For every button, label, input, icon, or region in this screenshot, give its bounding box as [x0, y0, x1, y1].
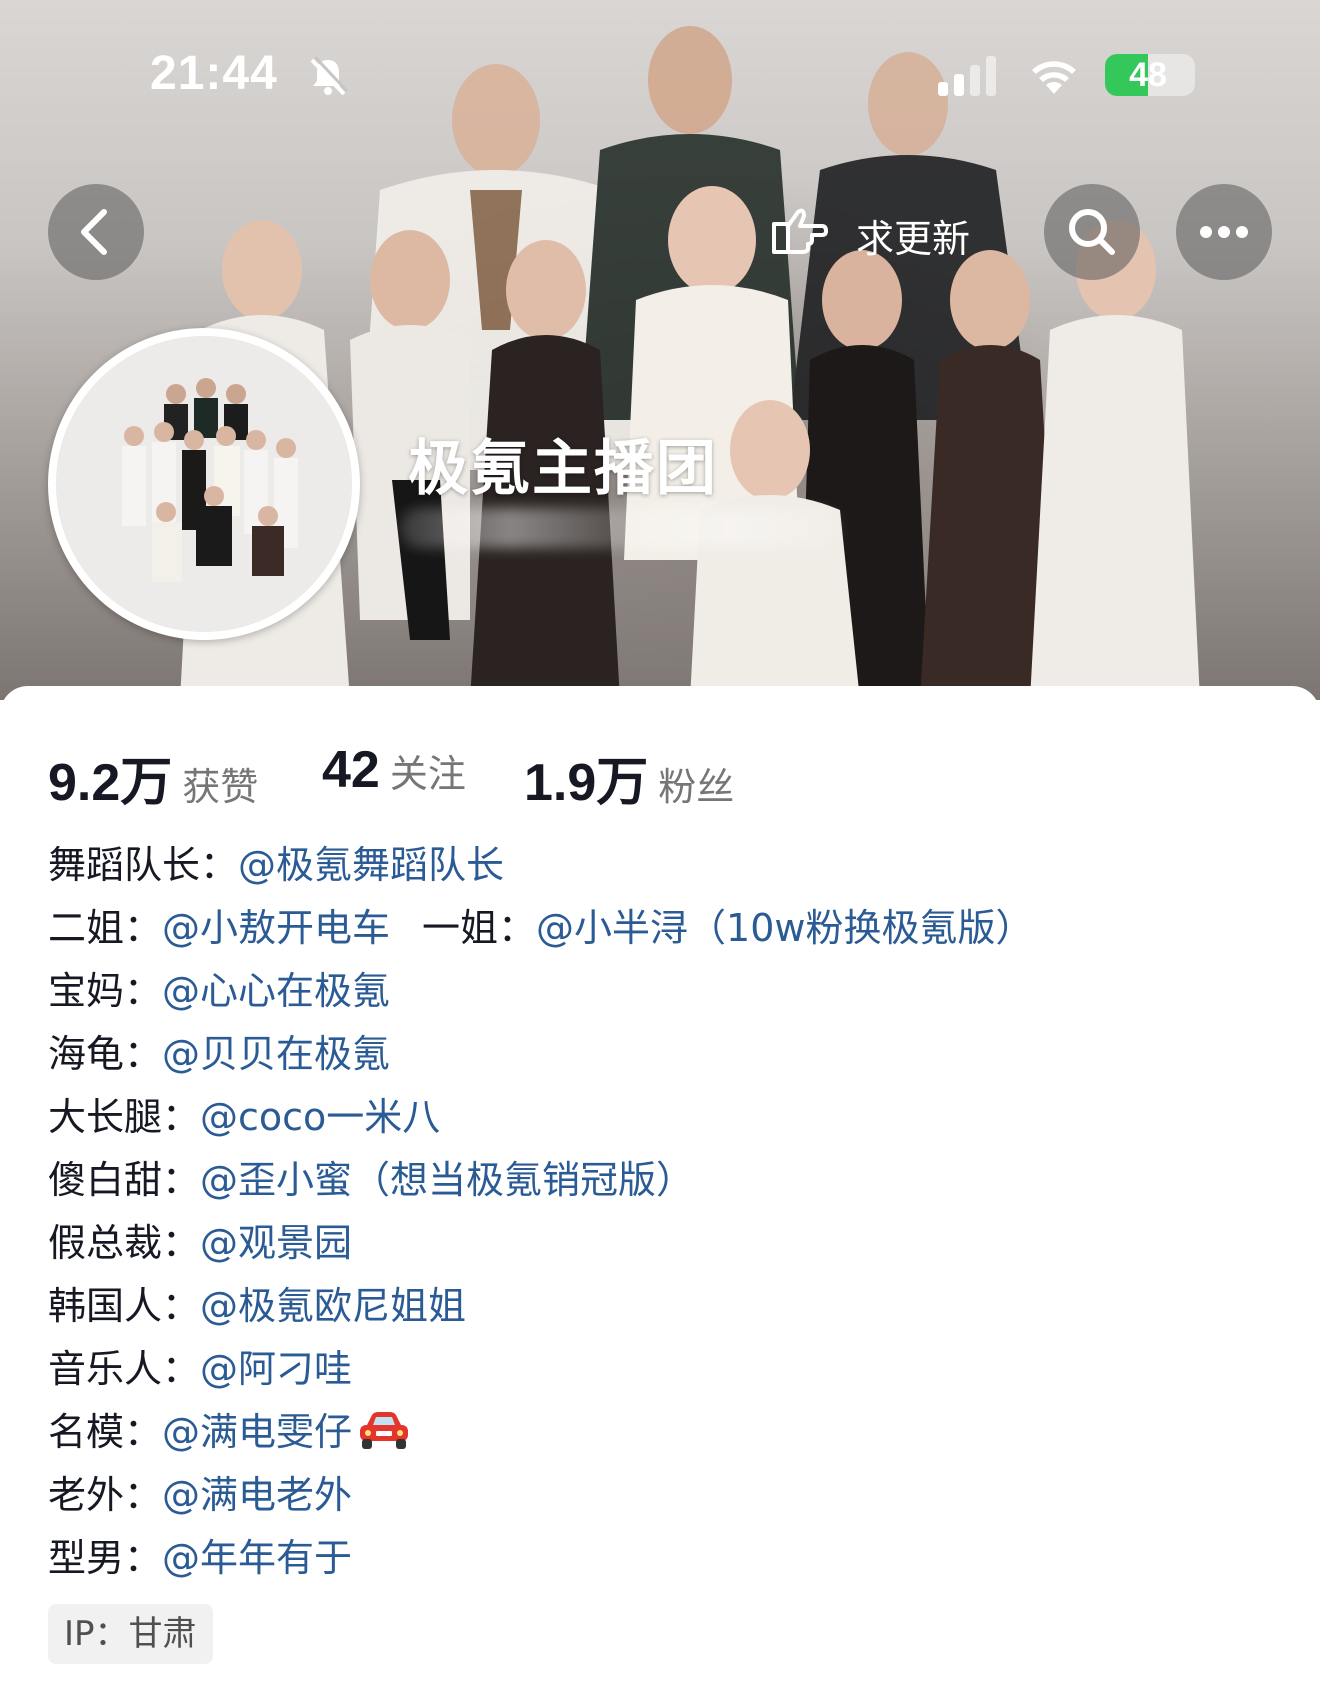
- stat-label: 关注: [389, 752, 466, 796]
- back-arrow-icon: [81, 209, 107, 255]
- cellular-signal-icon: [938, 56, 996, 96]
- profile-stats: 9.2万 获赞 42 关注 1.9万 粉丝: [48, 740, 1048, 812]
- profile-info-panel: 9.2万 获赞 42 关注 1.9万 粉丝 舞蹈队长：@极氪舞蹈队长 二姐：@小敖开电…: [0, 686, 1320, 1692]
- profile-bio: 舞蹈队长：@极氪舞蹈队长 二姐：@小敖开电车 一姐：@小半浔（10w粉换极氪版） …: [48, 834, 1288, 1590]
- stat-following[interactable]: 42 关注: [322, 740, 466, 800]
- mention-link[interactable]: @满电老外: [162, 1473, 352, 1517]
- avatar[interactable]: [48, 328, 360, 640]
- bio-line: 音乐人：@阿刁哇: [48, 1338, 1288, 1401]
- bio-line: 宝妈：@心心在极氪: [48, 960, 1288, 1023]
- bio-role-label: 名模：: [48, 1410, 163, 1454]
- mention-link[interactable]: @歪小蜜（想当极氪销冠版）: [200, 1158, 694, 1202]
- bio-role-label: 大长腿：: [48, 1095, 201, 1139]
- stat-value: 1.9万: [524, 754, 649, 812]
- more-button[interactable]: [1176, 184, 1272, 280]
- bell-slash-icon: [310, 55, 349, 96]
- ip-location-tag: IP：甘肃: [48, 1604, 213, 1664]
- mention-link[interactable]: @小敖开电车: [162, 906, 390, 950]
- mention-link[interactable]: @coco一米八: [200, 1095, 440, 1139]
- profile-nickname: 极氪主播团: [408, 434, 718, 504]
- mention-link[interactable]: @极氪舞蹈队长: [238, 843, 504, 887]
- stat-value: 42: [322, 741, 380, 799]
- bio-line: 名模：@满电雯仔: [48, 1401, 1288, 1464]
- battery-percent: 48: [1129, 56, 1167, 94]
- bio-role-label: 二姐：: [48, 906, 163, 950]
- wifi-icon: [1032, 61, 1076, 94]
- stat-label: 粉丝: [658, 765, 735, 809]
- stat-followers[interactable]: 1.9万 粉丝: [524, 740, 734, 815]
- bio-line: 型男：@年年有于: [48, 1527, 1288, 1590]
- stat-likes[interactable]: 9.2万 获赞: [48, 740, 258, 815]
- bio-line: 韩国人：@极氪欧尼姐姐: [48, 1275, 1288, 1338]
- mention-link[interactable]: @观景园: [200, 1221, 352, 1265]
- bio-role-label: 韩国人：: [48, 1284, 201, 1328]
- status-bar: 21:44 48: [0, 0, 1320, 150]
- mention-link[interactable]: @心心在极氪: [162, 969, 390, 1013]
- stat-value: 9.2万: [48, 754, 173, 812]
- bio-line: 舞蹈队长：@极氪舞蹈队长: [48, 834, 1288, 897]
- mention-link[interactable]: @阿刁哇: [200, 1347, 352, 1391]
- mention-link[interactable]: @小半浔（10w粉换极氪版）: [536, 906, 1033, 950]
- pointing-hand-icon: [772, 208, 828, 254]
- battery-charging-icon: 48: [1105, 54, 1195, 96]
- bio-role-label: 舞蹈队长：: [48, 843, 239, 887]
- stat-label: 获赞: [182, 765, 259, 809]
- bio-role-label: 音乐人：: [48, 1347, 201, 1391]
- bio-line: 傻白甜：@歪小蜜（想当极氪销冠版）: [48, 1149, 1288, 1212]
- bio-role-label: 一姐：: [422, 906, 537, 950]
- status-time: 21:44: [150, 47, 278, 100]
- bio-line: 老外：@满电老外: [48, 1464, 1288, 1527]
- back-button[interactable]: [48, 184, 144, 280]
- avatar-image: [56, 336, 352, 632]
- bio-line: 海龟：@贝贝在极氪: [48, 1023, 1288, 1086]
- bio-line: 大长腿：@coco一米八: [48, 1086, 1288, 1149]
- mention-link[interactable]: @年年有于: [162, 1536, 352, 1580]
- search-icon: [1069, 209, 1115, 255]
- bio-role-label: 傻白甜：: [48, 1158, 201, 1202]
- blurred-account-id: [400, 508, 840, 548]
- search-button[interactable]: [1044, 184, 1140, 280]
- car-icon: [360, 1412, 409, 1449]
- bio-line: 二姐：@小敖开电车 一姐：@小半浔（10w粉换极氪版）: [48, 897, 1288, 960]
- request-update-label: 求更新: [856, 217, 971, 261]
- bio-role-label: 型男：: [48, 1536, 163, 1580]
- bio-role-label: 老外：: [48, 1473, 163, 1517]
- mention-link[interactable]: @极氪欧尼姐姐: [200, 1284, 466, 1328]
- mention-link[interactable]: @贝贝在极氪: [162, 1032, 390, 1076]
- bio-line: 假总裁：@观景园: [48, 1212, 1288, 1275]
- more-icon: [1200, 226, 1248, 238]
- bio-role-label: 海龟：: [48, 1032, 163, 1076]
- mention-link[interactable]: @满电雯仔: [162, 1410, 352, 1454]
- bio-role-label: 宝妈：: [48, 969, 163, 1013]
- profile-cover-image: 21:44 48 求更新 极氪主播团: [0, 0, 1320, 700]
- request-update-button[interactable]: 求更新: [756, 186, 996, 276]
- bio-role-label: 假总裁：: [48, 1221, 201, 1265]
